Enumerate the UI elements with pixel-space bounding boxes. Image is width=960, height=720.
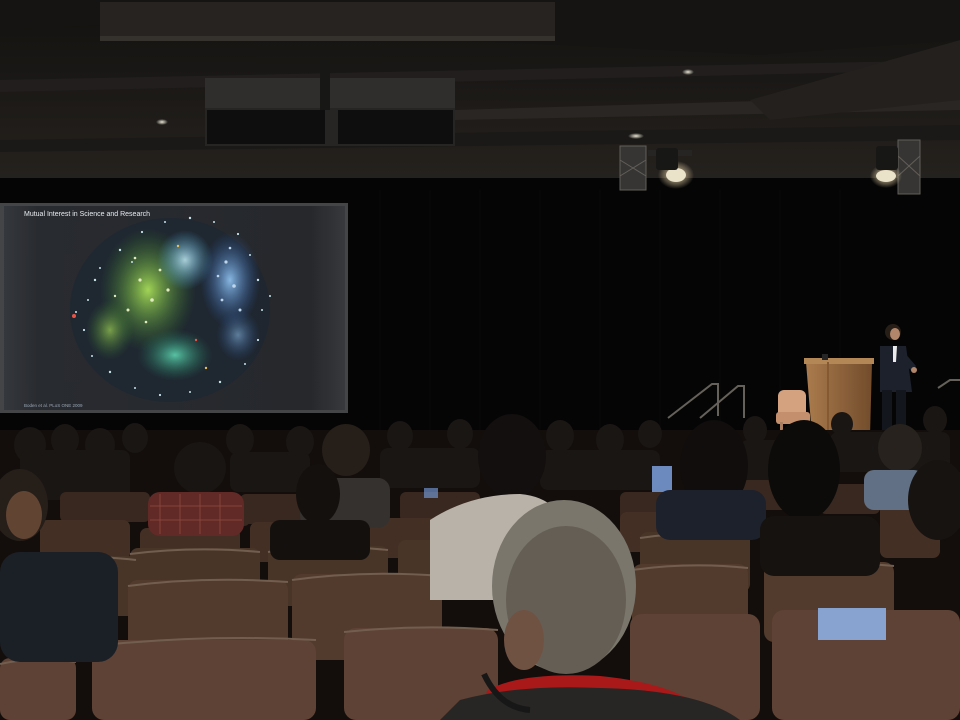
slide-title: Mutual Interest in Science and Research bbox=[24, 211, 151, 218]
slide-citation: Boden et al. PLoS ONE 2009 bbox=[24, 403, 83, 408]
conference-room-photo: Mutual Interest in Science and Research … bbox=[0, 0, 960, 720]
